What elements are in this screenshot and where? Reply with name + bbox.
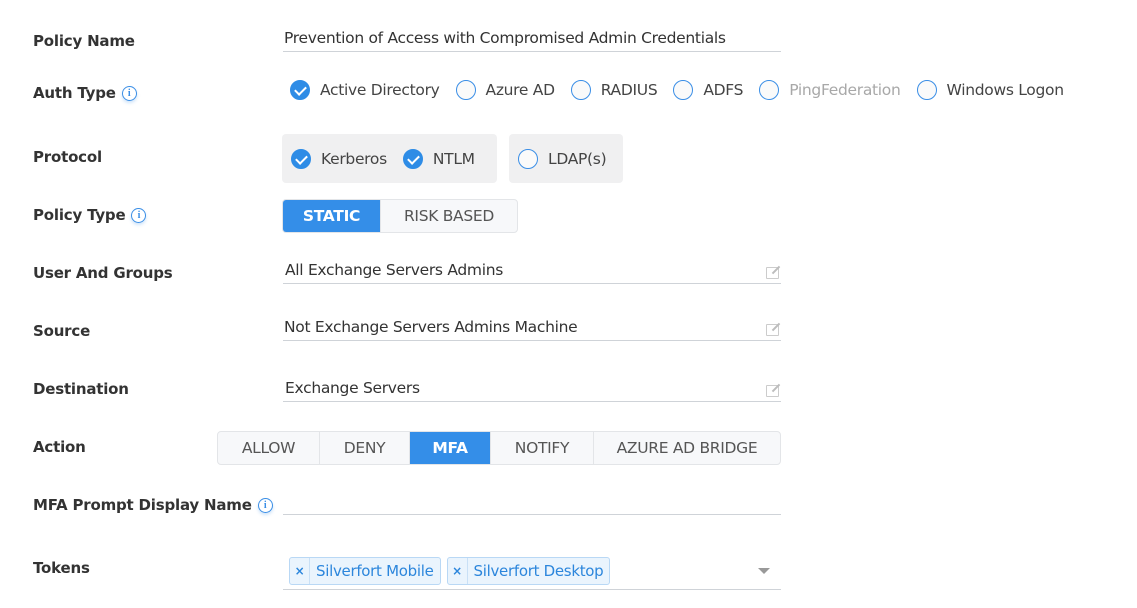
tokens-label: Tokens — [33, 559, 90, 577]
radio-circle-icon — [570, 80, 591, 100]
option-label: LDAP(s) — [548, 149, 607, 168]
token-chip-label: Silverfort Desktop — [473, 562, 604, 580]
auth-type-label-text: Auth Type — [33, 84, 116, 102]
option-label: Windows Logon — [946, 81, 1065, 99]
destination-label: Destination — [33, 380, 129, 398]
action-allow-button[interactable]: ALLOW — [218, 432, 320, 464]
protocol-group-ldap: LDAP(s) — [509, 134, 623, 183]
action-label-text: Action — [33, 438, 86, 456]
protocol-label: Protocol — [33, 148, 102, 166]
user-and-groups-label-text: User And Groups — [33, 264, 173, 282]
auth-type-option-windows-logon[interactable]: Windows Logon — [916, 80, 1065, 100]
checked-circle-icon — [290, 80, 310, 100]
token-chip-label: Silverfort Mobile — [316, 562, 434, 580]
auth-type-label: Auth Type i — [33, 84, 137, 102]
protocol-group-kerberos-ntlm: Kerberos NTLM — [282, 134, 497, 183]
action-notify-button[interactable]: NOTIFY — [491, 432, 594, 464]
action-azure-ad-bridge-button[interactable]: AZURE AD BRIDGE — [594, 432, 780, 464]
policy-type-toggle: STATIC RISK BASED — [282, 199, 518, 233]
mfa-prompt-display-name-label-text: MFA Prompt Display Name — [33, 496, 252, 514]
tokens-label-text: Tokens — [33, 559, 90, 577]
policy-name-input[interactable]: Prevention of Access with Compromised Ad… — [283, 24, 781, 52]
option-label: Active Directory — [320, 81, 440, 99]
policy-name-label-text: Policy Name — [33, 32, 135, 50]
option-label: RADIUS — [600, 81, 658, 99]
auth-type-option-pingfederation[interactable]: PingFederation — [759, 80, 901, 100]
destination-field[interactable]: Exchange Servers — [283, 374, 781, 402]
action-toggle: ALLOW DENY MFA NOTIFY AZURE AD BRIDGE — [217, 431, 781, 465]
policy-type-risk-based-button[interactable]: RISK BASED — [381, 200, 517, 232]
chevron-down-icon[interactable] — [758, 568, 770, 574]
auth-type-option-radius[interactable]: RADIUS — [570, 80, 658, 100]
info-icon[interactable]: i — [131, 207, 147, 223]
source-field[interactable]: Not Exchange Servers Admins Machine — [283, 313, 781, 341]
token-chip-silverfort-desktop: × Silverfort Desktop — [446, 557, 611, 585]
destination-value: Exchange Servers — [285, 378, 420, 397]
option-label: ADFS — [703, 81, 744, 99]
checked-circle-icon — [291, 148, 311, 169]
radio-circle-icon — [916, 80, 937, 100]
source-label: Source — [33, 322, 90, 340]
checked-circle-icon — [402, 148, 423, 169]
radio-circle-icon — [759, 80, 780, 100]
tokens-select[interactable]: × Silverfort Mobile × Silverfort Desktop — [283, 553, 781, 590]
protocol-option-kerberos[interactable]: Kerberos — [291, 148, 387, 169]
option-label: Kerberos — [321, 149, 387, 168]
token-chip-silverfort-mobile: × Silverfort Mobile — [289, 557, 441, 585]
info-icon[interactable]: i — [121, 85, 137, 101]
policy-type-static-button[interactable]: STATIC — [283, 200, 381, 232]
protocol-option-ldaps[interactable]: LDAP(s) — [518, 148, 607, 169]
auth-type-options: Active Directory Azure AD RADIUS ADFS Pi… — [290, 80, 1080, 100]
policy-name-value: Prevention of Access with Compromised Ad… — [284, 28, 726, 47]
edit-icon[interactable] — [766, 324, 779, 336]
user-and-groups-field[interactable]: All Exchange Servers Admins — [283, 256, 781, 284]
user-and-groups-label: User And Groups — [33, 264, 173, 282]
remove-token-icon[interactable]: × — [448, 558, 468, 584]
edit-icon[interactable] — [766, 385, 779, 397]
policy-type-label-text: Policy Type — [33, 206, 126, 224]
option-label: Azure AD — [485, 81, 556, 99]
source-label-text: Source — [33, 322, 91, 340]
auth-type-option-adfs[interactable]: ADFS — [673, 80, 743, 100]
destination-label-text: Destination — [33, 380, 129, 398]
action-deny-button[interactable]: DENY — [320, 432, 410, 464]
mfa-prompt-display-name-input[interactable] — [283, 487, 781, 515]
protocol-label-text: Protocol — [33, 148, 102, 166]
radio-circle-icon — [518, 148, 538, 169]
option-label: NTLM — [432, 149, 475, 168]
radio-circle-icon — [455, 80, 476, 100]
info-icon[interactable]: i — [257, 497, 273, 513]
edit-icon[interactable] — [766, 267, 779, 279]
source-value: Not Exchange Servers Admins Machine — [284, 317, 578, 336]
policy-type-label: Policy Type i — [33, 206, 147, 224]
auth-type-option-active-directory[interactable]: Active Directory — [290, 80, 440, 100]
radio-circle-icon — [673, 80, 694, 100]
option-label: PingFederation — [789, 81, 901, 99]
mfa-prompt-display-name-label: MFA Prompt Display Name i — [33, 496, 273, 514]
protocol-option-ntlm[interactable]: NTLM — [402, 148, 475, 169]
policy-name-label: Policy Name — [33, 32, 135, 50]
remove-token-icon[interactable]: × — [290, 558, 310, 584]
action-label: Action — [33, 438, 86, 456]
user-and-groups-value: All Exchange Servers Admins — [285, 260, 504, 279]
action-mfa-button[interactable]: MFA — [410, 432, 491, 464]
auth-type-option-azure-ad[interactable]: Azure AD — [455, 80, 556, 100]
